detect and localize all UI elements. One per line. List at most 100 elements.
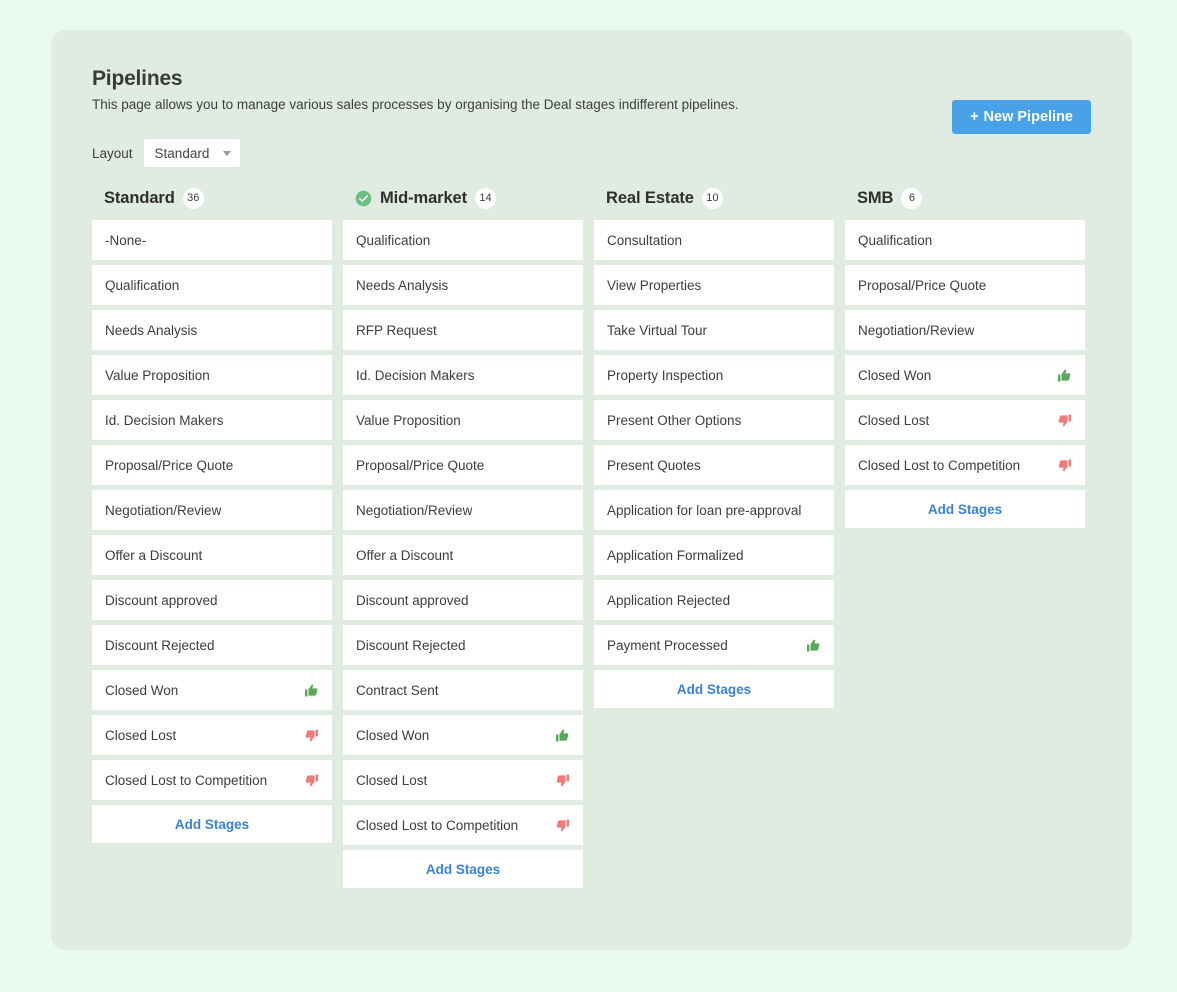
stage-card[interactable]: Closed Lost [92,715,332,755]
stage-card[interactable]: Application Rejected [594,580,834,620]
stage-label: Qualification [356,232,431,248]
stage-card[interactable]: Closed Lost [845,400,1085,440]
stage-label: Closed Won [105,682,179,698]
stage-card[interactable]: View Properties [594,265,834,305]
stage-label: Proposal/Price Quote [356,457,485,473]
stage-card[interactable]: Property Inspection [594,355,834,395]
page-subtitle: This page allows you to manage various s… [92,97,739,113]
stage-card[interactable]: Qualification [845,220,1085,260]
stage-card[interactable]: Payment Processed [594,625,834,665]
stage-card[interactable]: Value Proposition [343,400,583,440]
stage-count-badge: 36 [182,187,204,209]
chevron-down-icon [223,150,232,156]
layout-label: Layout [92,145,133,161]
stage-card[interactable]: -None- [92,220,332,260]
stage-card[interactable]: Present Other Options [594,400,834,440]
stage-card[interactable]: Take Virtual Tour [594,310,834,350]
stage-label: Present Quotes [607,457,701,473]
stage-card[interactable]: Offer a Discount [343,535,583,575]
stage-card[interactable]: Value Proposition [92,355,332,395]
stage-card[interactable]: Proposal/Price Quote [343,445,583,485]
stage-label: Present Other Options [607,412,742,428]
stage-card[interactable]: Id. Decision Makers [92,400,332,440]
stage-label: Closed Lost to Competition [858,457,1021,473]
stage-card[interactable]: Closed Lost [343,760,583,800]
stage-card[interactable]: Needs Analysis [343,265,583,305]
stage-card[interactable]: Qualification [343,220,583,260]
stage-label: Application for loan pre-approval [607,502,802,518]
stage-card[interactable]: Discount Rejected [92,625,332,665]
stage-card[interactable]: Discount Rejected [343,625,583,665]
pipeline-header-real-estate[interactable]: Real Estate 10 [594,178,834,218]
stage-label: Closed Lost [858,412,930,428]
stage-card[interactable]: Proposal/Price Quote [92,445,332,485]
stage-label: Proposal/Price Quote [858,277,987,293]
stage-label: Discount Rejected [105,637,215,653]
pipeline-column: Standard 36 -None- Qualification Needs Analy… [92,178,332,843]
stage-label: Discount approved [356,592,469,608]
stage-card[interactable]: Qualification [92,265,332,305]
new-pipeline-button[interactable]: + New Pipeline [952,100,1091,134]
stage-card[interactable]: Application for loan pre-approval [594,490,834,530]
thumbs-up-icon [806,639,820,651]
stage-card[interactable]: RFP Request [343,310,583,350]
pipeline-header-smb[interactable]: SMB 6 [845,178,1085,218]
stage-card[interactable]: Closed Lost to Competition [92,760,332,800]
thumbs-up-icon [304,684,318,696]
stage-label: Closed Lost [105,727,177,743]
add-stages-button[interactable]: Add Stages [92,805,332,843]
stage-card[interactable]: Contract Sent [343,670,583,710]
stage-card[interactable]: Closed Lost to Competition [845,445,1085,485]
add-stages-button[interactable]: Add Stages [343,850,583,888]
stage-label: Negotiation/Review [858,322,975,338]
pipeline-name: SMB [857,188,894,207]
stage-card[interactable]: Closed Won [845,355,1085,395]
stage-card[interactable]: Proposal/Price Quote [845,265,1085,305]
stage-card[interactable]: Consultation [594,220,834,260]
thumbs-down-icon [305,729,319,741]
layout-select-value: Standard [154,145,210,161]
layout-control: Layout Standard [92,138,242,168]
pipeline-column: SMB 6 Qualification Proposal/Price Quote Neg… [845,178,1085,528]
stage-label: Contract Sent [356,682,439,698]
thumbs-up-icon [1057,369,1071,381]
stage-card[interactable]: Id. Decision Makers [343,355,583,395]
stage-list: Qualification Proposal/Price Quote Negotia… [845,220,1085,485]
thumbs-down-icon [305,774,319,786]
pipeline-name: Mid-market [380,188,468,207]
stage-card[interactable]: Discount approved [343,580,583,620]
thumbs-down-icon [556,819,570,831]
stage-label: Take Virtual Tour [607,322,708,338]
stage-card[interactable]: Needs Analysis [92,310,332,350]
stage-card[interactable]: Offer a Discount [92,535,332,575]
stage-card[interactable]: Closed Won [92,670,332,710]
stage-label: Property Inspection [607,367,724,383]
page-header: Pipelines This page allows you to manage… [92,67,1092,114]
stage-card[interactable]: Application Formalized [594,535,834,575]
stage-card[interactable]: Present Quotes [594,445,834,485]
check-circle-icon [355,190,372,206]
stage-label: Value Proposition [105,367,210,383]
add-stages-button[interactable]: Add Stages [594,670,834,708]
stage-label: Discount Rejected [356,637,466,653]
stage-list: -None- Qualification Needs Analysis Value P… [92,220,332,800]
stage-label: Closed Lost [356,772,428,788]
stage-label: Closed Won [858,367,932,383]
stage-card[interactable]: Discount approved [92,580,332,620]
stage-count-badge: 6 [901,187,923,209]
pipeline-header-standard[interactable]: Standard 36 [92,178,332,218]
pipeline-header-mid-market[interactable]: Mid-market 14 [343,178,583,218]
stage-list: Qualification Needs Analysis RFP Request Id… [343,220,583,845]
stage-card[interactable]: Closed Lost to Competition [343,805,583,845]
layout-select[interactable]: Standard [142,138,242,168]
stage-label: Offer a Discount [356,547,454,563]
page-title: Pipelines [92,67,183,90]
stage-label: Closed Won [356,727,430,743]
stage-card[interactable]: Negotiation/Review [92,490,332,530]
stage-card[interactable]: Negotiation/Review [343,490,583,530]
stage-label: Qualification [858,232,933,248]
add-stages-button[interactable]: Add Stages [845,490,1085,528]
stage-card[interactable]: Negotiation/Review [845,310,1085,350]
stage-label: Negotiation/Review [105,502,222,518]
stage-card[interactable]: Closed Won [343,715,583,755]
